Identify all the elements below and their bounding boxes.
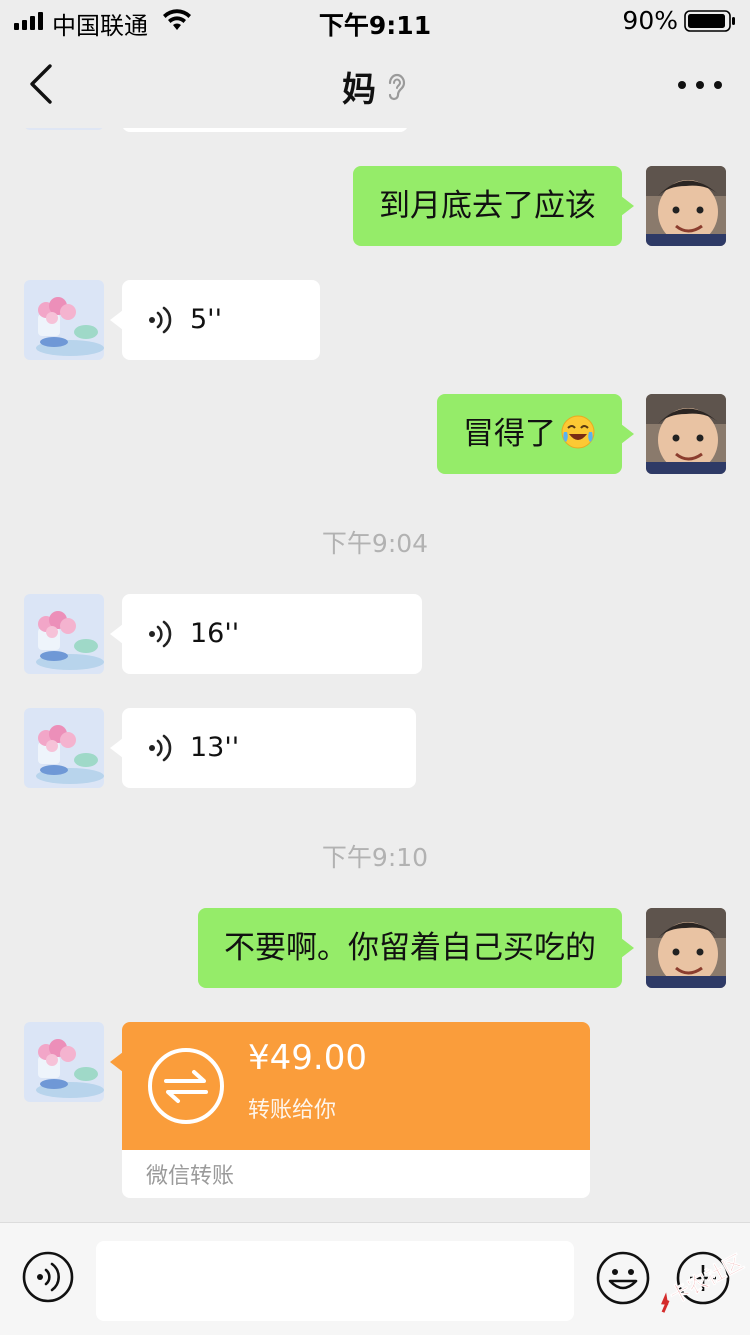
timestamp-label: 下午9:10 [321,843,429,872]
voice-input-icon[interactable] [22,1251,74,1303]
voice-message-bubble[interactable]: 16'' [110,594,422,674]
message-text: 不要啊。你留着自己买吃的 [224,930,596,966]
message-bubble-outgoing[interactable]: 冒得了 [437,394,634,474]
voice-wave-icon [149,620,172,648]
voice-duration: 16'' [190,618,240,649]
voice-duration: 5'' [190,304,223,335]
voice-message-bubble[interactable]: 13'' [110,708,416,788]
status-bar: 中国联通 下午9:11 90% [0,0,750,40]
chat-title-area: 妈 [0,62,750,111]
battery-percent: 90% [622,6,678,35]
message-input[interactable] [96,1241,574,1321]
my-avatar[interactable] [646,908,726,988]
message-text: 到月底去了应该 [379,188,596,224]
contact-avatar[interactable] [24,594,104,674]
transfer-amount: ¥49.00 [248,1038,367,1078]
message-bubble-partial [122,128,408,132]
transfer-description: 转账给你 [248,1098,337,1123]
contact-avatar[interactable] [24,128,104,130]
nav-bar: 妈 [0,40,750,128]
message-bubble-outgoing[interactable]: 不要啊。你留着自己买吃的 [198,908,634,988]
watermark-logo: 卡农社区 [661,1249,748,1313]
svg-text:卡农社区: 卡农社区 [666,1250,748,1309]
message-text: 冒得了 [463,416,556,452]
contact-avatar[interactable] [24,280,104,360]
more-icon[interactable] [676,78,724,92]
voice-message-bubble[interactable]: 5'' [110,280,320,360]
voice-wave-icon [149,306,172,334]
chat-area[interactable]: 到月底去了应该 5'' 冒得了 下午9:04 16'' 13'' 下午9:10 … [0,128,750,1222]
my-avatar[interactable] [646,394,726,474]
chat-title: 妈 [342,70,376,110]
earpiece-mode-icon [388,73,406,100]
contact-avatar[interactable] [24,1022,104,1102]
input-bar [0,1222,750,1335]
emoji-icon[interactable] [596,1251,650,1305]
transfer-card[interactable]: ¥49.00 转账给你 微信转账 [122,1022,590,1198]
timestamp-label: 下午9:04 [321,529,429,558]
laughing-crying-emoji-icon [561,415,595,449]
my-avatar[interactable] [646,166,726,246]
contact-avatar[interactable] [24,708,104,788]
voice-duration: 13'' [190,732,240,763]
transfer-footer: 微信转账 [146,1164,235,1189]
battery-icon [684,10,735,32]
transfer-arrows-icon [148,1048,224,1124]
message-bubble-outgoing[interactable]: 到月底去了应该 [353,166,634,246]
voice-wave-icon [149,734,172,762]
